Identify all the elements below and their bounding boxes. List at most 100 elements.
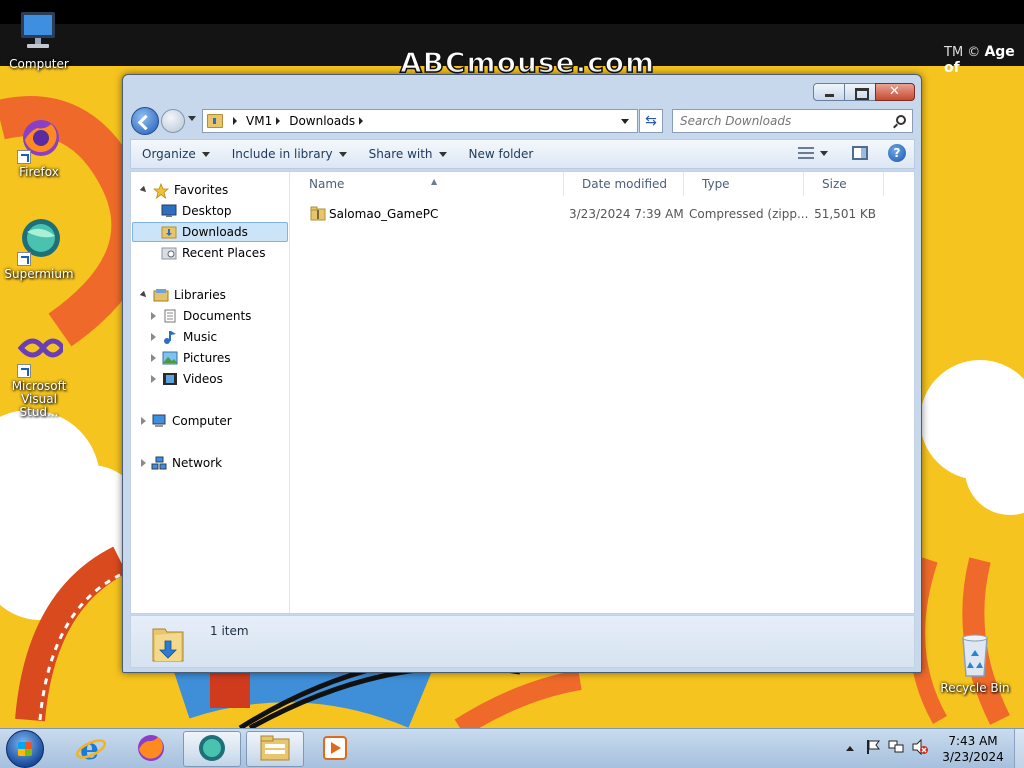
collapsed-arrow-icon[interactable] bbox=[151, 312, 156, 320]
firefox-icon bbox=[136, 733, 166, 766]
help-icon[interactable]: ? bbox=[888, 144, 906, 162]
downloads-folder-icon bbox=[161, 225, 177, 239]
recent-pages-dropdown[interactable] bbox=[188, 116, 196, 121]
details-pane: 1 item bbox=[130, 615, 915, 668]
collapsed-arrow-icon[interactable] bbox=[151, 375, 156, 383]
file-list-pane[interactable]: Name ▲ Date modified Type Size Salomao_Ga… bbox=[291, 172, 914, 613]
search-input[interactable] bbox=[673, 110, 883, 132]
system-clock[interactable]: 7:43 AM 3/23/2024 bbox=[940, 733, 1006, 765]
breadcrumb-downloads[interactable]: Downloads bbox=[289, 114, 355, 128]
volume-muted-icon[interactable] bbox=[912, 738, 928, 758]
column-header-type[interactable]: Type bbox=[684, 172, 804, 196]
music-icon bbox=[162, 330, 178, 344]
search-box[interactable] bbox=[672, 109, 913, 133]
collapsed-arrow-icon[interactable] bbox=[141, 417, 146, 425]
desktop-icon-label: Recycle Bin bbox=[940, 681, 1010, 695]
desktop-icon-firefox[interactable]: Firefox bbox=[1, 116, 77, 179]
taskbar-windows-explorer[interactable] bbox=[246, 731, 304, 767]
file-row[interactable]: Salomao_GamePC 3/23/2024 7:39 AM Compres… bbox=[291, 203, 914, 225]
address-dropdown-icon[interactable] bbox=[621, 119, 629, 124]
column-label: Size bbox=[822, 177, 847, 191]
computer-icon bbox=[15, 8, 63, 56]
taskbar-internet-explorer[interactable]: e bbox=[62, 731, 120, 767]
desktop-icon-computer[interactable]: Computer bbox=[1, 8, 77, 71]
back-button[interactable] bbox=[131, 107, 159, 135]
clock-date: 3/23/2024 bbox=[942, 750, 1004, 764]
action-center-flag-icon[interactable] bbox=[866, 739, 880, 758]
nav-item-recent-places[interactable]: Recent Places bbox=[161, 243, 265, 263]
taskbar-firefox[interactable] bbox=[122, 731, 180, 767]
libraries-icon bbox=[153, 288, 169, 302]
organize-menu[interactable]: Organize bbox=[131, 141, 221, 167]
desktop-icon-label: Supermium bbox=[4, 267, 74, 281]
navigation-bar: VM1 Downloads ⇆ bbox=[131, 107, 915, 135]
desktop-icon-visual-studio[interactable]: Microsoft Visual Stud... bbox=[1, 330, 77, 419]
media-player-icon bbox=[321, 734, 349, 765]
sort-ascending-icon: ▲ bbox=[431, 177, 438, 186]
desktop-icon-supermium[interactable]: Supermium bbox=[1, 218, 77, 281]
taskbar-supermium[interactable] bbox=[183, 731, 241, 767]
nav-item-libraries[interactable]: Libraries bbox=[139, 285, 226, 305]
recent-places-icon bbox=[161, 246, 177, 260]
collapsed-arrow-icon[interactable] bbox=[151, 354, 156, 362]
nav-label: Music bbox=[183, 330, 218, 344]
column-label: Date modified bbox=[582, 177, 668, 191]
search-icon[interactable] bbox=[896, 115, 906, 125]
windows-explorer-icon bbox=[259, 734, 291, 765]
close-button[interactable] bbox=[875, 83, 915, 101]
desktop-icon-recycle-bin[interactable]: Recycle Bin bbox=[937, 632, 1013, 695]
nav-item-desktop[interactable]: Desktop bbox=[161, 201, 232, 221]
breadcrumb-separator-icon[interactable] bbox=[359, 117, 364, 125]
nav-item-favorites[interactable]: Favorites bbox=[139, 180, 228, 200]
nav-item-videos[interactable]: Videos bbox=[151, 369, 223, 389]
refresh-icon: ⇆ bbox=[645, 113, 657, 129]
shortcut-arrow-icon bbox=[17, 364, 31, 378]
include-in-library-menu[interactable]: Include in library bbox=[221, 141, 358, 167]
taskbar-media-player[interactable] bbox=[306, 731, 364, 767]
maximize-button[interactable] bbox=[844, 83, 876, 101]
column-header-size[interactable]: Size bbox=[804, 172, 884, 196]
column-label: Type bbox=[702, 177, 730, 191]
network-status-icon[interactable] bbox=[888, 739, 904, 758]
internet-explorer-icon: e bbox=[75, 732, 107, 767]
column-header-name[interactable]: Name ▲ bbox=[291, 172, 564, 196]
item-count: 1 item bbox=[210, 624, 249, 638]
new-folder-button[interactable]: New folder bbox=[458, 141, 545, 167]
preview-pane-icon[interactable] bbox=[852, 146, 868, 160]
show-hidden-icons-icon[interactable] bbox=[846, 746, 854, 751]
nav-label: Pictures bbox=[183, 351, 231, 365]
nav-label: Desktop bbox=[182, 204, 232, 218]
nav-item-network[interactable]: Network bbox=[141, 453, 222, 473]
refresh-button[interactable]: ⇆ bbox=[639, 109, 663, 133]
breadcrumb-vm1[interactable]: VM1 bbox=[246, 114, 272, 128]
collapsed-arrow-icon[interactable] bbox=[141, 459, 146, 467]
forward-button[interactable] bbox=[161, 109, 185, 133]
address-bar[interactable]: VM1 Downloads bbox=[202, 109, 638, 133]
window-controls bbox=[813, 83, 915, 101]
share-with-menu[interactable]: Share with bbox=[358, 141, 458, 167]
column-label: Name bbox=[309, 177, 345, 191]
breadcrumb-separator-icon[interactable] bbox=[233, 117, 237, 125]
nav-item-pictures[interactable]: Pictures bbox=[151, 348, 231, 368]
change-view-icon[interactable] bbox=[798, 147, 814, 159]
nav-item-computer[interactable]: Computer bbox=[141, 411, 232, 431]
collapsed-arrow-icon[interactable] bbox=[151, 333, 156, 341]
expanded-arrow-icon[interactable] bbox=[139, 290, 149, 300]
start-button[interactable] bbox=[6, 730, 44, 768]
column-header-date-modified[interactable]: Date modified bbox=[564, 172, 684, 196]
show-desktop-button[interactable] bbox=[1014, 729, 1024, 768]
explorer-window[interactable]: VM1 Downloads ⇆ Organize Include in libr… bbox=[122, 74, 922, 673]
nav-item-music[interactable]: Music bbox=[151, 327, 217, 347]
breadcrumb-separator-icon[interactable] bbox=[276, 117, 281, 125]
shortcut-arrow-icon bbox=[17, 150, 31, 164]
star-icon bbox=[152, 182, 170, 200]
desktop-icon-label: Firefox bbox=[19, 165, 59, 179]
supermium-icon bbox=[15, 218, 63, 266]
nav-item-downloads[interactable]: Downloads bbox=[132, 222, 288, 242]
minimize-button[interactable] bbox=[813, 83, 845, 101]
nav-item-documents[interactable]: Documents bbox=[151, 306, 251, 326]
new-folder-label: New folder bbox=[468, 147, 534, 161]
view-options-dropdown-icon[interactable] bbox=[820, 150, 828, 156]
window-titlebar[interactable] bbox=[123, 75, 921, 105]
expanded-arrow-icon[interactable] bbox=[139, 185, 149, 195]
